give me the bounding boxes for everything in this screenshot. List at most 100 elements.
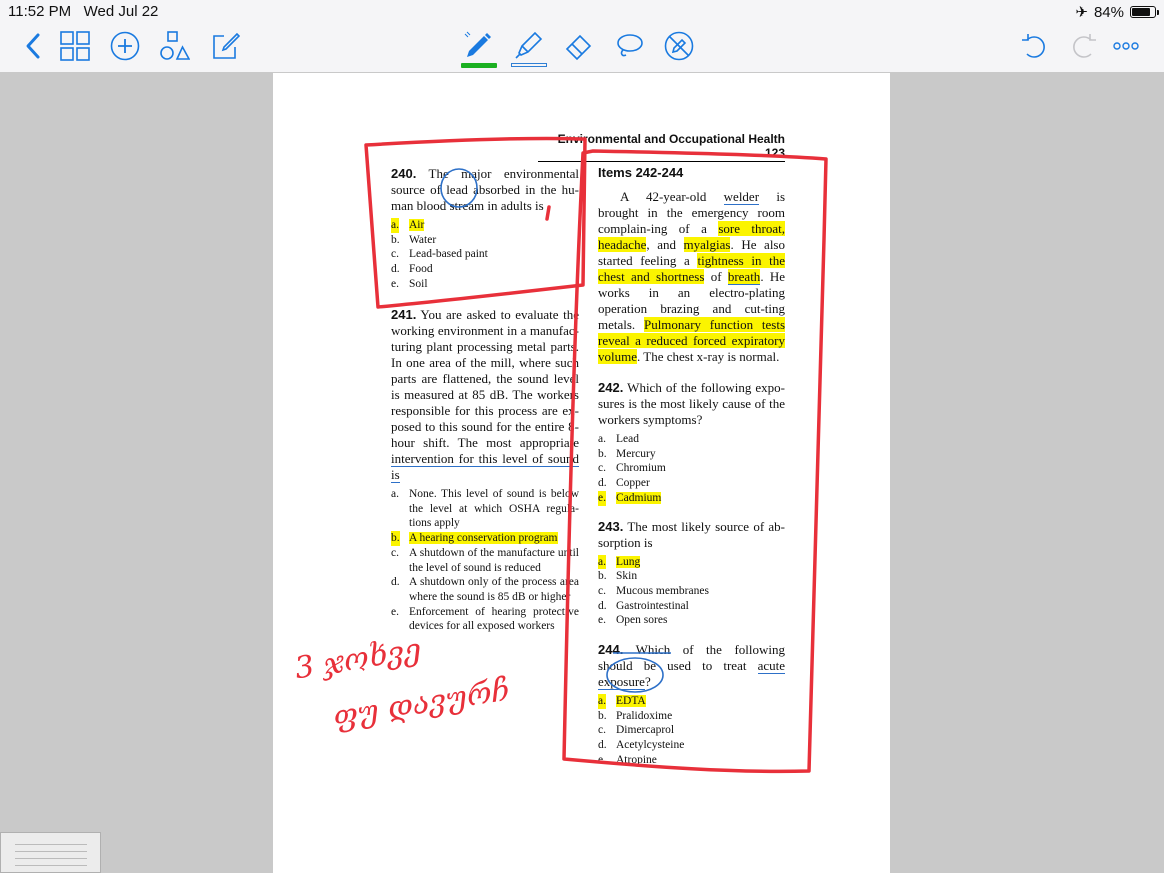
edit-icon[interactable] <box>209 30 241 62</box>
option-text: Cadmium <box>616 491 662 504</box>
answer-option: b. Water <box>391 233 579 248</box>
option-letter: a. <box>598 694 606 709</box>
answer-option: c. A shutdown of the manufacture until th… <box>391 546 579 575</box>
answer-option: a. None. This level of sound is below the… <box>391 487 579 531</box>
option-text: Lead-based paint <box>409 248 488 261</box>
option-text: Chromium <box>616 462 666 475</box>
option-letter: c. <box>598 462 606 475</box>
answer-option: a. Lung <box>598 554 785 570</box>
question-text: You are asked to evaluate the working en… <box>391 307 579 450</box>
items-242-244: Items 242-244 A 42-year-old welder is br… <box>598 165 786 768</box>
answer-option: b. A hearing conservation program <box>391 531 579 546</box>
pen-icon[interactable] <box>462 30 494 62</box>
grid-icon[interactable] <box>59 30 91 62</box>
battery-percent: 84% <box>1093 3 1124 21</box>
answer-option: a. Lead <box>598 432 785 447</box>
option-text: Copper <box>616 477 650 490</box>
option-text: Skin <box>616 570 638 583</box>
more-icon[interactable] <box>1110 30 1142 62</box>
answer-option: c. Lead-based paint <box>391 247 579 262</box>
question-text-cont: man blood stream in adults is <box>391 198 544 213</box>
option-text: Gastrointestinal <box>616 599 689 612</box>
answer-option: e. Cadmium <box>598 490 785 506</box>
answer-options: a. Lead b. Mercury c. Chromium d. Copper e. Cadmi… <box>598 432 785 506</box>
option-letter: b. <box>598 709 607 722</box>
answer-option: d. Food <box>391 262 579 277</box>
option-text: Lead <box>616 433 639 445</box>
option-letter: b. <box>598 447 607 460</box>
answer-option: e. Open sores <box>598 613 785 628</box>
status-right: ✈ 84% <box>1075 3 1159 21</box>
option-text: Dimercaprol <box>616 724 675 737</box>
answer-option: a. Air <box>391 218 579 233</box>
status-time: 11:52 PM <box>8 3 72 20</box>
answer-option: d. A shutdown only of the process area wh… <box>391 575 579 604</box>
option-text: None. This level of sound is below the l… <box>409 488 579 530</box>
answer-option: c. Dimercaprol <box>598 723 785 738</box>
option-letter: b. <box>391 531 400 546</box>
answer-option: d. Copper <box>598 476 785 491</box>
option-text: Lung <box>616 555 641 568</box>
option-letter: e. <box>598 490 606 506</box>
option-letter: d. <box>391 263 400 276</box>
back-icon[interactable] <box>18 30 50 62</box>
highlighter-icon[interactable] <box>512 30 544 62</box>
option-letter: d. <box>598 477 607 490</box>
undo-icon[interactable] <box>1018 30 1050 62</box>
answer-option: e. Atropine <box>598 753 785 768</box>
option-letter: d. <box>598 599 607 612</box>
answer-options: a. Lung b. Skin c. Mucous membranes d. Gastroin… <box>598 554 785 629</box>
option-text: Mercury <box>616 447 656 460</box>
option-letter: b. <box>598 570 607 583</box>
question-241: 241. You are asked to evaluate the worki… <box>391 307 579 634</box>
option-letter: e. <box>391 605 399 618</box>
question-243: 243. The most likely source of ab-sorpti… <box>598 518 785 629</box>
answer-option: b. Mercury <box>598 447 785 462</box>
top-toolbar: 11:52 PM Wed Jul 22 ✈ 84% <box>0 0 1164 73</box>
option-letter: d. <box>598 739 607 752</box>
option-text: EDTA <box>616 695 646 708</box>
option-letter: e. <box>598 614 606 627</box>
ink-annotations <box>364 136 828 774</box>
option-letter: b. <box>391 233 400 246</box>
answer-option: b. Pralidoxime <box>598 709 785 724</box>
option-letter: a. <box>391 488 399 500</box>
option-letter: c. <box>598 724 606 737</box>
option-text: A shutdown of the manufacture until the … <box>409 546 579 574</box>
option-text: Soil <box>409 277 428 290</box>
pen-color-indicator <box>461 63 497 68</box>
option-letter: a. <box>598 554 606 570</box>
answer-option: d. Acetylcysteine <box>598 738 785 753</box>
no-touch-icon[interactable] <box>663 30 695 62</box>
lasso-icon[interactable] <box>613 30 645 62</box>
add-icon[interactable] <box>109 30 141 62</box>
page-header: Environmental and Occupational Health 12… <box>538 132 785 162</box>
option-letter: c. <box>391 546 399 559</box>
status-time-date: 11:52 PM Wed Jul 22 <box>8 3 158 20</box>
option-letter: d. <box>391 576 400 589</box>
question-240: 240. The major environmental source of l… <box>391 166 579 292</box>
case-vignette: A 42-year-old welder is brought in the e… <box>598 189 786 364</box>
question-number: 241. <box>391 307 417 322</box>
option-text: Mucous membranes <box>616 584 709 597</box>
answer-option: a. EDTA <box>598 694 785 709</box>
option-text: Open sores <box>616 614 668 627</box>
option-letter: c. <box>598 584 606 597</box>
option-text: Water <box>409 233 437 246</box>
question-text: The major environmental source of lead a… <box>391 166 580 197</box>
option-letter: a. <box>598 433 606 445</box>
document-page[interactable]: Environmental and Occupational Health 12… <box>273 73 890 873</box>
redo-icon[interactable] <box>1068 30 1100 62</box>
option-text: A shutdown only of the process area wher… <box>409 576 579 603</box>
shapes-icon[interactable] <box>159 30 191 62</box>
question-244: 244. Which of the following should be us… <box>598 642 785 768</box>
option-text: Acetylcysteine <box>616 739 685 752</box>
status-date: Wed Jul 22 <box>83 3 159 20</box>
page-thumbnail[interactable] <box>0 832 101 873</box>
option-text: Air <box>409 219 425 231</box>
answer-options: a. EDTA b. Pralidoxime c. Dimercaprol d. Acetyl… <box>598 694 785 768</box>
option-letter: e. <box>391 277 399 290</box>
eraser-icon[interactable] <box>563 30 595 62</box>
question-242: 242. Which of the following expo-sures i… <box>598 380 786 506</box>
answer-options: a. Air b. Water c. Lead-based paint d. Food e. So… <box>391 218 579 292</box>
